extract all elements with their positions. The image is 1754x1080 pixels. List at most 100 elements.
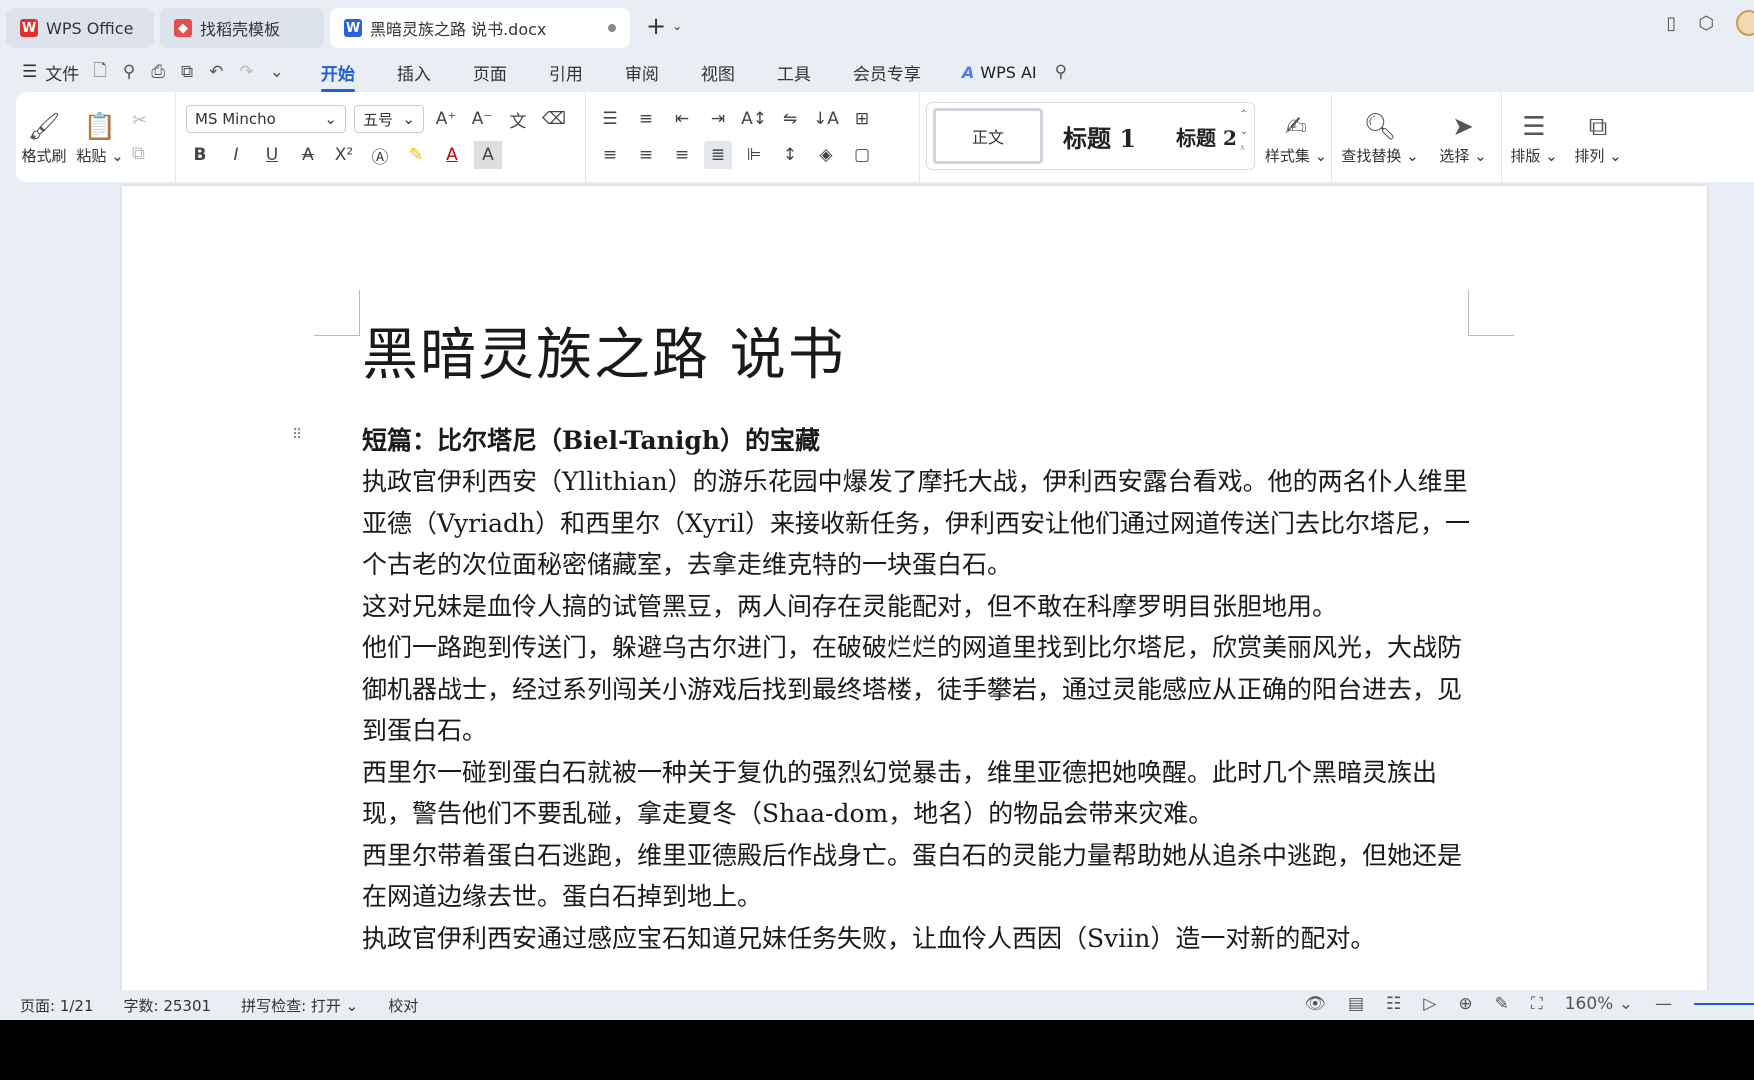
tab-insert[interactable]: 插入	[397, 60, 431, 85]
tab-view[interactable]: 视图	[701, 60, 735, 85]
strikethrough-icon[interactable]: A	[294, 141, 322, 169]
find-replace-button[interactable]: 🔍︎ 查找替换 ⌄	[1332, 92, 1428, 182]
borders-icon[interactable]: ▢	[848, 141, 876, 169]
word-count[interactable]: 字数: 25301	[124, 995, 212, 1016]
drag-handle-icon[interactable]: ⠿	[292, 428, 304, 442]
tab-review[interactable]: 审阅	[625, 60, 659, 85]
style-heading2[interactable]: 标题 2	[1176, 122, 1237, 151]
decrease-indent-icon[interactable]: ⇤	[668, 105, 696, 133]
pen-icon[interactable]: ✎	[1495, 994, 1509, 1014]
page-count[interactable]: 页面: 1/21	[20, 995, 94, 1016]
shrink-font-icon[interactable]: A⁻	[468, 105, 496, 133]
tab-document[interactable]: W 黑暗灵族之路 说书.docx	[330, 8, 630, 48]
avatar[interactable]	[1736, 10, 1754, 36]
scissors-icon[interactable]: ✂	[132, 110, 147, 131]
gallery-scroll[interactable]: ⌃ ⌄ ⩡	[1240, 109, 1248, 154]
style-set-button[interactable]: ✍ 样式集 ⌄	[1261, 92, 1331, 182]
underline-icon[interactable]: U	[258, 141, 286, 169]
justify-icon[interactable]: ≣	[704, 141, 732, 169]
tab-page[interactable]: 页面	[473, 60, 507, 85]
text-effect-icon[interactable]: Ⓐ	[366, 141, 394, 169]
tab-references[interactable]: 引用	[549, 60, 583, 85]
sort-icon[interactable]: ↓A	[812, 105, 840, 133]
paragraph[interactable]: 西里尔带着蛋白石逃跑，维里亚德殿后作战身亡。蛋白石的灵能力量帮助她从追杀中逃跑，…	[362, 835, 1472, 918]
search-icon[interactable]: ⚲	[1055, 62, 1067, 82]
document-content[interactable]: 黑暗灵族之路 说书 短篇：比尔塔尼（Biel-Tanigh）的宝藏 执政官伊利西…	[362, 316, 1472, 959]
chevron-up-icon[interactable]: ⌃	[1240, 109, 1248, 120]
document-page[interactable]: ⠿ 黑暗灵族之路 说书 短篇：比尔塔尼（Biel-Tanigh）的宝藏 执政官伊…	[122, 186, 1707, 990]
paragraph[interactable]: 这对兄妹是血伶人搞的试管黑豆，两人间存在灵能配对，但不敢在科摩罗明目张胆地用。	[362, 586, 1472, 628]
more-chevron-icon[interactable]: ⌄	[270, 62, 284, 82]
highlight-icon[interactable]: ✎	[402, 141, 430, 169]
font-group: MS Mincho ⌄ 五号 ⌄ A⁺ A⁻ 文 ⌫ B I U A X² Ⓐ …	[176, 92, 586, 182]
tab-home[interactable]: 开始	[320, 60, 355, 92]
spell-check-toggle[interactable]: 拼写检查: 打开 ⌄	[241, 995, 358, 1016]
cube-icon[interactable]: ⬡	[1698, 13, 1714, 34]
proofread-button[interactable]: 校对	[388, 995, 418, 1016]
style-heading1[interactable]: 标题 1	[1063, 119, 1136, 154]
style-normal[interactable]: 正文	[933, 108, 1043, 164]
arrange-button[interactable]: ⧉ 排列 ⌄	[1566, 92, 1630, 182]
outline-view-icon[interactable]: ☷	[1386, 994, 1401, 1014]
doc-subtitle[interactable]: 短篇：比尔塔尼（Biel-Tanigh）的宝藏	[362, 420, 1472, 461]
paragraph[interactable]: 西里尔一碰到蛋白石就被一种关于复仇的强烈幻觉暴击，维里亚德把她唤醒。此时几个黑暗…	[362, 752, 1472, 835]
font-name-select[interactable]: MS Mincho ⌄	[186, 105, 346, 133]
tab-tools[interactable]: 工具	[777, 60, 811, 85]
chevron-down-icon[interactable]: ⌄	[1240, 126, 1248, 137]
italic-icon[interactable]: I	[222, 141, 250, 169]
expand-gallery-icon[interactable]: ⩡	[1240, 143, 1248, 154]
copy-icon[interactable]: ⧉	[132, 143, 147, 164]
align-right-icon[interactable]: ≡	[668, 141, 696, 169]
paragraph[interactable]: 执政官伊利西安通过感应宝石知道兄妹任务失败，让血伶人西因（Sviin）造一对新的…	[362, 918, 1472, 960]
bullets-icon[interactable]: ☰	[596, 105, 624, 133]
paragraph[interactable]: 执政官伊利西安（Yllithian）的游乐花园中爆发了摩托大战，伊利西安露台看戏…	[362, 461, 1472, 586]
numbering-icon[interactable]: ≡	[632, 105, 660, 133]
format-painter-button[interactable]: 🖌 格式刷	[16, 92, 72, 182]
undo-icon[interactable]: ↶	[209, 62, 223, 82]
distribute-icon[interactable]: ⊫	[740, 141, 768, 169]
redo-icon[interactable]: ↷	[239, 62, 253, 82]
document-area[interactable]: ⠿ 黑暗灵族之路 说书 短篇：比尔塔尼（Biel-Tanigh）的宝藏 执政官伊…	[0, 182, 1754, 990]
align-left-icon[interactable]: ≡	[596, 141, 624, 169]
shading-icon[interactable]: ◈	[812, 141, 840, 169]
align-center-icon[interactable]: ≡	[632, 141, 660, 169]
convert-icon[interactable]: ⇋	[776, 105, 804, 133]
wps-ai-button[interactable]: A WPS AI	[962, 63, 1037, 82]
layout-icon[interactable]: ▯	[1666, 13, 1676, 34]
text-direction-icon[interactable]: A↕	[740, 105, 768, 133]
bold-icon[interactable]: B	[186, 141, 214, 169]
grow-font-icon[interactable]: A⁺	[432, 105, 460, 133]
play-icon[interactable]: ▷	[1423, 994, 1436, 1014]
char-shading-icon[interactable]: A	[474, 141, 502, 169]
link-icon[interactable]: ⚲	[123, 62, 135, 82]
eye-icon[interactable]: 👁︎	[1304, 994, 1326, 1014]
superscript-icon[interactable]: X²	[330, 141, 358, 169]
zoom-slider[interactable]	[1694, 1003, 1754, 1005]
zoom-out-icon[interactable]: —	[1655, 994, 1672, 1014]
select-button[interactable]: ➤ 选择 ⌄	[1428, 92, 1498, 182]
save-icon[interactable]: 🗋	[93, 58, 107, 87]
tab-wps-office[interactable]: W WPS Office	[6, 8, 154, 48]
clear-format-icon[interactable]: ⌫	[540, 105, 568, 133]
new-tab-button[interactable]: + ⌄	[646, 12, 682, 40]
phonetic-guide-icon[interactable]: 文	[504, 105, 532, 133]
zoom-level[interactable]: 160% ⌄	[1565, 994, 1633, 1014]
paragraph[interactable]: 他们一路跑到传送门，躲避乌古尔进门，在破破烂烂的网道里找到比尔塔尼，欣赏美丽风光…	[362, 627, 1472, 752]
fit-screen-icon[interactable]: ⛶	[1531, 994, 1543, 1014]
print-icon[interactable]: ⎙	[151, 62, 165, 82]
paste-button[interactable]: 📋 粘贴 ⌄	[72, 92, 128, 182]
tab-member[interactable]: 会员专享	[853, 60, 921, 85]
increase-indent-icon[interactable]: ⇥	[704, 105, 732, 133]
print-preview-icon[interactable]: ⧉	[181, 62, 193, 82]
page-view-icon[interactable]: ▤	[1348, 994, 1364, 1014]
font-color-icon[interactable]: A	[438, 141, 466, 169]
tab-stops-icon[interactable]: ⊞	[848, 105, 876, 133]
tab-docer-templates[interactable]: ◆ 找稻壳模板	[160, 8, 324, 48]
file-menu-button[interactable]: ☰ 文件	[22, 60, 79, 85]
line-spacing-icon[interactable]: ↕	[776, 141, 804, 169]
font-size-select[interactable]: 五号 ⌄	[354, 105, 424, 133]
layout-button[interactable]: ☰ 排版 ⌄	[1502, 92, 1566, 182]
unsaved-dot-icon[interactable]	[608, 24, 616, 32]
web-view-icon[interactable]: ⊕	[1458, 994, 1472, 1014]
doc-title[interactable]: 黑暗灵族之路 说书	[362, 316, 1472, 396]
